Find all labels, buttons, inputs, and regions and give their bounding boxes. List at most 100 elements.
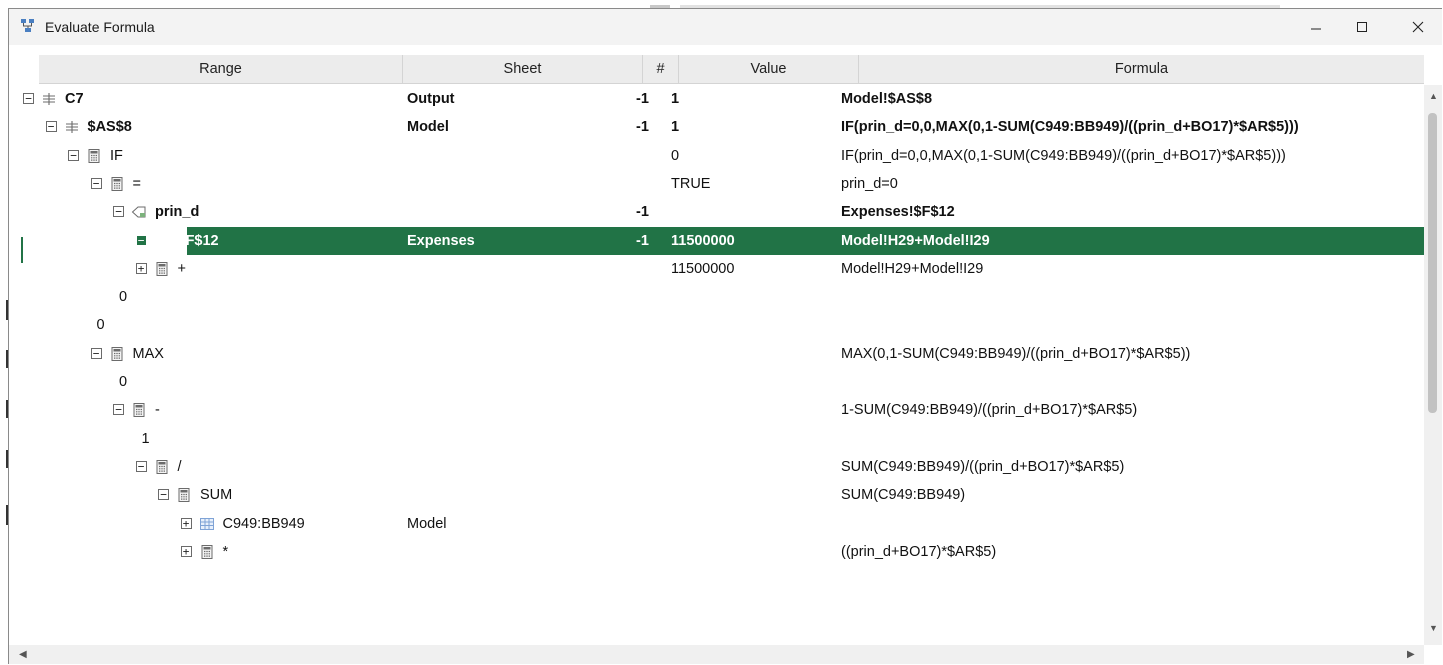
collapse-icon[interactable]: − bbox=[135, 234, 147, 246]
row-value: 1 bbox=[671, 91, 680, 107]
row-range-name: + bbox=[177, 260, 186, 277]
function-icon bbox=[154, 261, 170, 277]
tree-row[interactable]: + +11500000 Model!H29+Model!I29 bbox=[9, 255, 1424, 283]
column-header-range[interactable]: Range bbox=[39, 55, 403, 83]
row-num: -1 bbox=[636, 232, 649, 249]
tree-row[interactable]: − = TRUE prin_d=0 bbox=[9, 170, 1424, 198]
collapse-icon[interactable]: − bbox=[90, 347, 102, 359]
row-range-name: $AS$8 bbox=[87, 119, 132, 136]
tree-row[interactable]: 1 bbox=[9, 425, 1424, 453]
selection-marker bbox=[21, 237, 23, 263]
row-range-name: MAX bbox=[132, 345, 164, 362]
row-value: 0 bbox=[671, 147, 680, 164]
scroll-left-icon[interactable]: ◀ bbox=[19, 649, 27, 660]
row-sheet: Model bbox=[407, 119, 449, 136]
tree-row[interactable]: + C949:BB949 Model bbox=[9, 510, 1424, 538]
scroll-thumb[interactable] bbox=[1428, 113, 1437, 413]
row-num: -1 bbox=[636, 119, 649, 136]
app-icon bbox=[21, 19, 34, 32]
cell-reference-icon bbox=[41, 91, 57, 107]
collapse-icon[interactable]: − bbox=[68, 149, 79, 161]
minimize-button[interactable] bbox=[1293, 9, 1339, 45]
row-sheet: Expenses bbox=[407, 232, 475, 249]
row-formula: MAX(0,1-SUM(C949:BB949)/((prin_d+BO17)*$… bbox=[841, 345, 1191, 362]
row-range-name: 1 bbox=[141, 430, 150, 447]
row-formula: Model!$AS$8 bbox=[841, 91, 933, 107]
tree-row[interactable]: − / SUM(C949:BB949)/((prin_d+BO17)*$AR$5) bbox=[9, 453, 1424, 481]
collapse-icon[interactable]: − bbox=[90, 177, 102, 189]
row-sheet: Output bbox=[407, 91, 455, 107]
collapse-icon[interactable]: − bbox=[45, 121, 57, 133]
minimize-icon bbox=[1311, 28, 1321, 30]
horizontal-scrollbar[interactable]: ◀ ▶ bbox=[9, 645, 1424, 664]
named-range-icon bbox=[131, 204, 147, 220]
row-range-name: prin_d bbox=[155, 204, 200, 221]
row-range-name: IF bbox=[110, 147, 123, 164]
row-num: -1 bbox=[636, 204, 649, 221]
row-range-name: - bbox=[155, 402, 160, 419]
collapse-icon[interactable]: − bbox=[135, 460, 147, 472]
row-num: -1 bbox=[636, 91, 649, 107]
expand-icon[interactable]: + bbox=[135, 262, 147, 274]
row-range-name: / bbox=[177, 458, 182, 475]
row-formula: Expenses!$F$12 bbox=[841, 204, 955, 221]
column-header-num[interactable]: # bbox=[643, 55, 679, 83]
row-formula: prin_d=0 bbox=[841, 175, 898, 192]
column-header-value[interactable]: Value bbox=[679, 55, 859, 83]
close-button[interactable] bbox=[1395, 9, 1441, 45]
row-range-name: * bbox=[222, 543, 229, 560]
formula-tree[interactable]: − C7 Output -1 1 Model!$AS$8− $AS$8 Model -1 1 IF(… bbox=[9, 85, 1424, 585]
tree-row[interactable]: + * ((prin_d+BO17)*$AR$5) bbox=[9, 538, 1424, 566]
function-icon bbox=[109, 346, 125, 362]
column-header: Range Sheet # Value Formula bbox=[39, 55, 1424, 84]
collapse-icon[interactable]: − bbox=[113, 404, 124, 416]
tree-row[interactable]: − prin_d -1 Expenses!$F$12 bbox=[9, 198, 1424, 226]
tree-row[interactable]: − MAX MAX(0,1-SUM(C949:BB949)/((prin_d+BO1… bbox=[9, 340, 1424, 368]
scroll-up-icon[interactable]: ▲ bbox=[1429, 91, 1438, 101]
row-formula: SUM(C949:BB949) bbox=[841, 487, 966, 504]
maximize-icon bbox=[1357, 22, 1367, 32]
scroll-right-icon[interactable]: ▶ bbox=[1407, 649, 1415, 660]
row-formula: 1-SUM(C949:BB949)/((prin_d+BO17)*$AR$5) bbox=[841, 402, 1138, 419]
row-range-name: 0 bbox=[119, 289, 128, 306]
cell-reference-icon bbox=[64, 119, 80, 135]
background-edge bbox=[0, 0, 1443, 8]
tree-row[interactable]: 0 bbox=[9, 311, 1424, 339]
tree-row[interactable]: 0 bbox=[9, 283, 1424, 311]
tree-row[interactable]: 0 bbox=[9, 368, 1424, 396]
row-range-name: $F$12 bbox=[177, 232, 219, 249]
expand-icon[interactable]: + bbox=[180, 545, 192, 557]
tree-row[interactable]: − - 1-SUM(C949:BB949)/((prin_d+BO17)*$AR$5… bbox=[9, 396, 1424, 424]
expand-icon[interactable]: + bbox=[180, 517, 192, 529]
tree-row-selected[interactable]: − $F$12 Expenses -1 11500000 Model!H29+Model!… bbox=[135, 226, 1424, 255]
column-header-sheet[interactable]: Sheet bbox=[403, 55, 643, 83]
row-range-name: = bbox=[132, 175, 141, 192]
collapse-icon[interactable]: − bbox=[23, 93, 34, 104]
title-bar[interactable]: Evaluate Formula bbox=[9, 9, 1442, 45]
column-header-formula[interactable]: Formula bbox=[859, 55, 1424, 83]
function-icon bbox=[199, 544, 215, 560]
cell-icon bbox=[154, 233, 170, 249]
maximize-button[interactable] bbox=[1339, 9, 1385, 45]
function-icon bbox=[86, 148, 102, 164]
row-formula: Model!H29+Model!I29 bbox=[841, 232, 990, 249]
background-edge-left bbox=[0, 0, 8, 665]
tree-row[interactable]: − IF 0 IF(prin_d=0,0,MAX(0,1-SUM(C949:BB949… bbox=[9, 142, 1424, 170]
scroll-down-icon[interactable]: ▼ bbox=[1429, 623, 1438, 633]
function-icon bbox=[154, 459, 170, 475]
function-icon bbox=[176, 487, 192, 503]
row-formula: IF(prin_d=0,0,MAX(0,1-SUM(C949:BB949)/((… bbox=[841, 147, 1286, 164]
tree-row[interactable]: − C7 Output -1 1 Model!$AS$8 bbox=[9, 85, 1424, 113]
function-icon bbox=[109, 176, 125, 192]
close-icon bbox=[1412, 21, 1424, 33]
evaluate-formula-window: Evaluate Formula Range Sheet # Value For… bbox=[8, 8, 1442, 664]
row-sheet: Model bbox=[407, 515, 447, 532]
tree-row[interactable]: − SUM SUM(C949:BB949) bbox=[9, 481, 1424, 509]
collapse-icon[interactable]: − bbox=[113, 206, 124, 218]
collapse-icon[interactable]: − bbox=[158, 489, 169, 501]
vertical-scrollbar[interactable]: ▲ ▼ bbox=[1424, 85, 1442, 645]
row-value: 1 bbox=[671, 119, 680, 136]
range-icon bbox=[199, 516, 215, 532]
tree-row[interactable]: − $AS$8 Model -1 1 IF(prin_d=0,0,MAX(0,1-SUM(… bbox=[9, 113, 1424, 141]
row-range-name: 0 bbox=[96, 317, 105, 334]
